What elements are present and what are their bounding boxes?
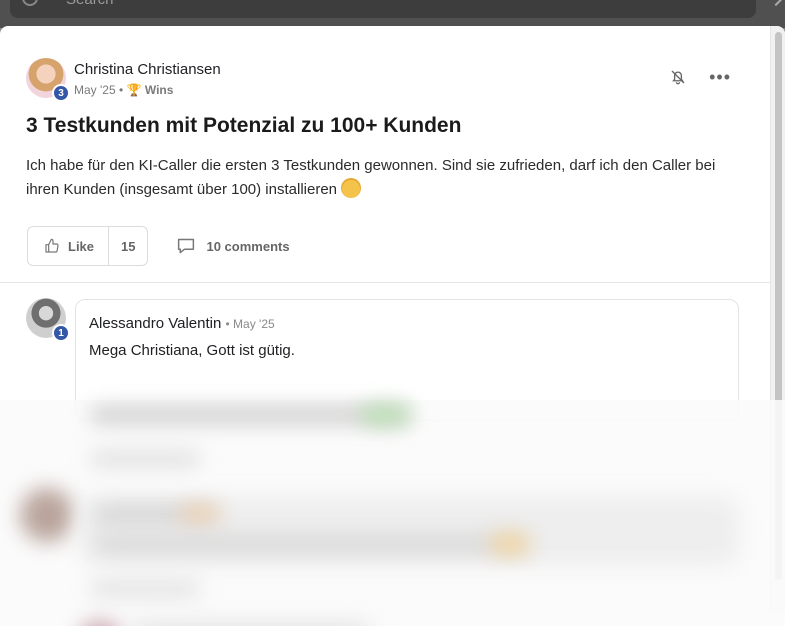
header-actions: ••• [669, 68, 731, 86]
comment-author[interactable]: Alessandro Valentin [89, 315, 221, 332]
blurred-avatar [20, 488, 74, 542]
comment-text: Mega Christiana, Gott ist gütig. [89, 342, 295, 359]
post-actions: Like 15 10 comments [27, 226, 290, 266]
post-category[interactable]: Wins [145, 83, 174, 97]
post-body-text: Ich habe für den KI-Caller die ersten 3 … [26, 157, 716, 198]
post-modal: 3 Christina Christiansen May '25 • 🏆 Win… [0, 26, 785, 626]
like-count[interactable]: 15 [109, 239, 147, 254]
blurred-emoji [360, 406, 410, 424]
comment-icon [178, 238, 195, 254]
comments-button[interactable]: 10 comments [176, 237, 290, 255]
blurred-emoji-2 [180, 506, 220, 522]
author-name[interactable]: Christina Christiansen [74, 61, 221, 78]
blurred-actions [90, 452, 200, 466]
blurred-emoji-3 [490, 534, 530, 554]
smiling-face-with-hearts-icon [341, 178, 362, 198]
like-button[interactable]: Like [28, 227, 110, 265]
trophy-icon: 🏆 [126, 83, 142, 97]
like-label: Like [68, 238, 95, 254]
blurred-actions-2 [90, 582, 200, 596]
post-meta: May '25 • 🏆 Wins [74, 83, 173, 97]
bell-off-icon[interactable] [669, 68, 687, 86]
blurred-content-overlay [0, 400, 785, 626]
search-placeholder: Search [66, 0, 114, 8]
blurred-text [95, 536, 525, 552]
search-input[interactable] [10, 0, 756, 18]
post-date[interactable]: May '25 [74, 83, 116, 97]
meta-separator: • [119, 83, 127, 97]
blurred-line-2 [130, 622, 370, 626]
chevron-icon[interactable] [768, 0, 784, 7]
comment-header: Alessandro Valentin • May '25 [89, 315, 275, 332]
thumbs-up-icon [45, 238, 59, 253]
top-search-bar: Search [0, 0, 785, 28]
more-horizontal-icon[interactable]: ••• [709, 68, 731, 86]
commenter-level-badge: 1 [52, 324, 70, 342]
divider [0, 282, 771, 283]
comments-label: 10 comments [206, 238, 290, 254]
post-body: Ich habe für den KI-Caller die ersten 3 … [26, 154, 746, 202]
like-group: Like 15 [27, 226, 149, 266]
blurred-avatar-2 [80, 622, 120, 626]
post-title: 3 Testkunden mit Potenzial zu 100+ Kunde… [26, 114, 462, 137]
comment-date[interactable]: May '25 [233, 317, 275, 331]
comment-date-sep: • [225, 317, 234, 331]
level-badge: 3 [52, 84, 70, 102]
